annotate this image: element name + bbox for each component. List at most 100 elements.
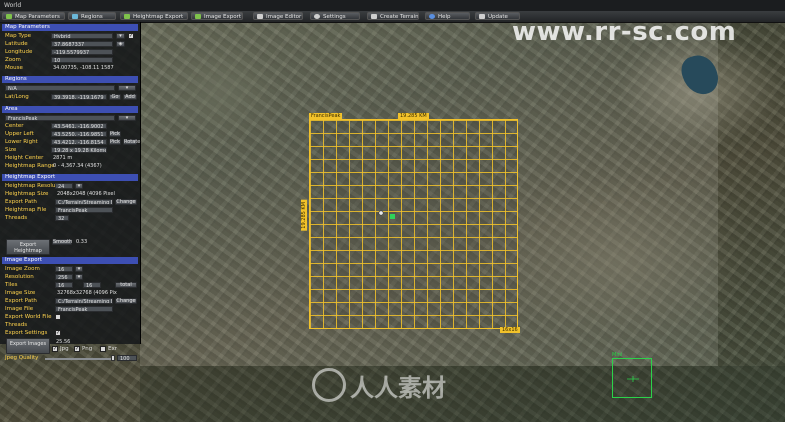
tiles-x-field[interactable]: 16 [55,282,73,288]
tab-update[interactable]: Update [475,12,520,20]
zoom-field[interactable]: 10 [51,57,113,63]
editor-icon [257,14,263,19]
location-pin-icon[interactable] [378,210,384,216]
watermark-text: 人人素材 [350,374,446,402]
image-change-path-button[interactable]: Change [115,298,137,304]
tiles-y-field[interactable]: 16 [83,282,101,288]
jpg-checkbox[interactable]: ✓ [52,346,58,352]
row-lower-right: Lower Right 43.4212, -116.8154 Pick Rota… [3,139,140,146]
heightmap-path-field[interactable]: C:/Terrain/Streaming Exe [55,199,113,205]
region-select[interactable]: N/A [5,85,115,91]
latlong-field[interactable]: 39.3918, -119.1679 [51,94,107,100]
row-heightmap-threads: Threads 32 [3,215,137,222]
image-zoom-field[interactable]: 16 [55,266,73,272]
center-field[interactable]: 43.5461, -116.9002 [51,123,107,129]
jpeg-quality-slider[interactable] [45,358,115,360]
exr-label: Exr [108,346,117,352]
help-icon [429,14,435,19]
world-file-checkbox[interactable] [55,314,61,320]
tab-regions[interactable]: Regions [68,12,116,20]
tab-settings[interactable]: Settings [310,12,360,20]
row-image-size: Image Size 32768x32768 (4096 Pixels) [3,290,137,297]
row-image-resolution: Resolution 256 ▾ [3,274,137,281]
tab-label: Heightmap Export [133,14,184,20]
smooth-button[interactable]: Smooth [52,239,72,245]
tiles-label: Tiles [5,282,18,288]
regions-icon [72,14,78,19]
pick-lower-right-button[interactable]: Pick [109,139,121,145]
section-area[interactable]: Area [2,106,138,113]
longitude-field[interactable]: -119.5579937 [51,49,113,55]
smooth-value: 0.33 [76,239,88,245]
go-button[interactable]: Go [109,94,121,100]
image-icon [195,14,201,19]
section-heightmap-export[interactable]: Heightmap Export [2,174,138,181]
region-dropdown-button[interactable]: ▾ [118,85,136,91]
tab-map-parameters[interactable]: Map Parameters [2,12,65,20]
row-image-path: Export Path C:/Terrain/Streaming Exe Cha… [3,298,137,305]
size-field[interactable]: 19.28 x 19.28 Kilometers [51,147,107,153]
export-heightmap-button[interactable]: Export Heightmap [6,239,50,255]
png-checkbox[interactable]: ✓ [74,346,80,352]
upper-left-field[interactable]: 43.5250, -116.9851 [51,131,107,137]
map-icon [6,14,12,19]
map-overlay-checkbox[interactable]: ✓ [128,33,134,39]
export-settings-checkbox[interactable]: ✓ [55,330,61,336]
height-center-value: 2871 m [53,155,73,161]
tab-image-export[interactable]: Image Export [191,12,243,20]
section-regions[interactable]: Regions [2,76,138,83]
tab-create-terrain[interactable]: Create Terrain [367,12,419,20]
exr-checkbox[interactable] [100,346,106,352]
height-center-label: Height Center [5,155,44,161]
rotate-button[interactable]: Rotate [123,139,140,145]
longitude-label: Longitude [5,49,33,55]
export-settings-label: Export Settings [5,330,48,336]
heightmap-change-path-button[interactable]: Change [115,199,137,205]
image-resolution-dropdown[interactable]: ▾ [75,274,83,280]
tiles-total-button[interactable]: total [115,282,137,288]
lower-right-field[interactable]: 43.4212, -116.8154 [51,139,107,145]
tab-heightmap-export[interactable]: Heightmap Export [120,12,188,20]
row-area-select: FrancisPeak ▾ [3,115,137,122]
tab-label: Update [488,14,508,20]
gear-icon [314,14,320,19]
jpeg-quality-slider-handle[interactable] [111,355,115,361]
row-export-settings: Export Settings ✓ [3,330,137,337]
size-label: Size [5,147,17,153]
pick-upper-left-button[interactable]: Pick [109,131,121,137]
image-size-value: 32768x32768 (4096 Pixels) [57,290,117,296]
heightmap-size-label: Heightmap Size [5,191,49,197]
heightmap-size-value: 2048x2048 (4096 Pixels) [57,191,115,197]
export-images-button[interactable]: Export Images [6,338,50,354]
tab-help[interactable]: Help [425,12,470,20]
map-type-dropdown-button[interactable]: ▾ [116,33,125,39]
center-marker-icon [390,214,395,219]
tab-label: Settings [323,14,346,20]
heightmap-grid[interactable] [309,119,518,329]
green-region-box[interactable] [612,358,652,398]
section-map-parameters[interactable]: Map Parameters [2,24,138,31]
latitude-field[interactable]: 37.8687337 [51,41,113,47]
heightmap-resolution-field[interactable]: 24 [55,183,73,189]
image-path-field[interactable]: C:/Terrain/Streaming Exe [55,298,113,304]
jpeg-quality-field[interactable]: 100 [117,355,137,361]
section-image-export[interactable]: Image Export [2,257,138,264]
image-file-field[interactable]: FrancisPeak [55,306,113,312]
height-range-value: 0 - 4,367.34 (4367) [53,163,102,169]
image-resolution-field[interactable]: 256 [55,274,73,280]
add-region-button[interactable]: Add [123,94,137,100]
heightmap-file-label: Heightmap File [5,207,47,213]
image-zoom-dropdown[interactable]: ▾ [75,266,83,272]
heightmap-threads-field[interactable]: 32 [55,215,69,221]
heightmap-file-field[interactable]: FrancisPeak [55,207,113,213]
area-dropdown-button[interactable]: ▾ [118,115,136,121]
heightmap-icon [124,14,130,19]
tab-label: Image Editor [266,14,302,20]
heightmap-resolution-dropdown[interactable]: ▾ [75,183,83,189]
area-select[interactable]: FrancisPeak [5,115,115,121]
latitude-copy-button[interactable]: ◈ [116,41,125,47]
grid-height-label: 19.285 KM [301,200,307,231]
row-tiles: Tiles 16 16 total [3,282,137,289]
map-type-select[interactable]: Hybrid [51,33,113,39]
tab-image-editor[interactable]: Image Editor [253,12,303,20]
